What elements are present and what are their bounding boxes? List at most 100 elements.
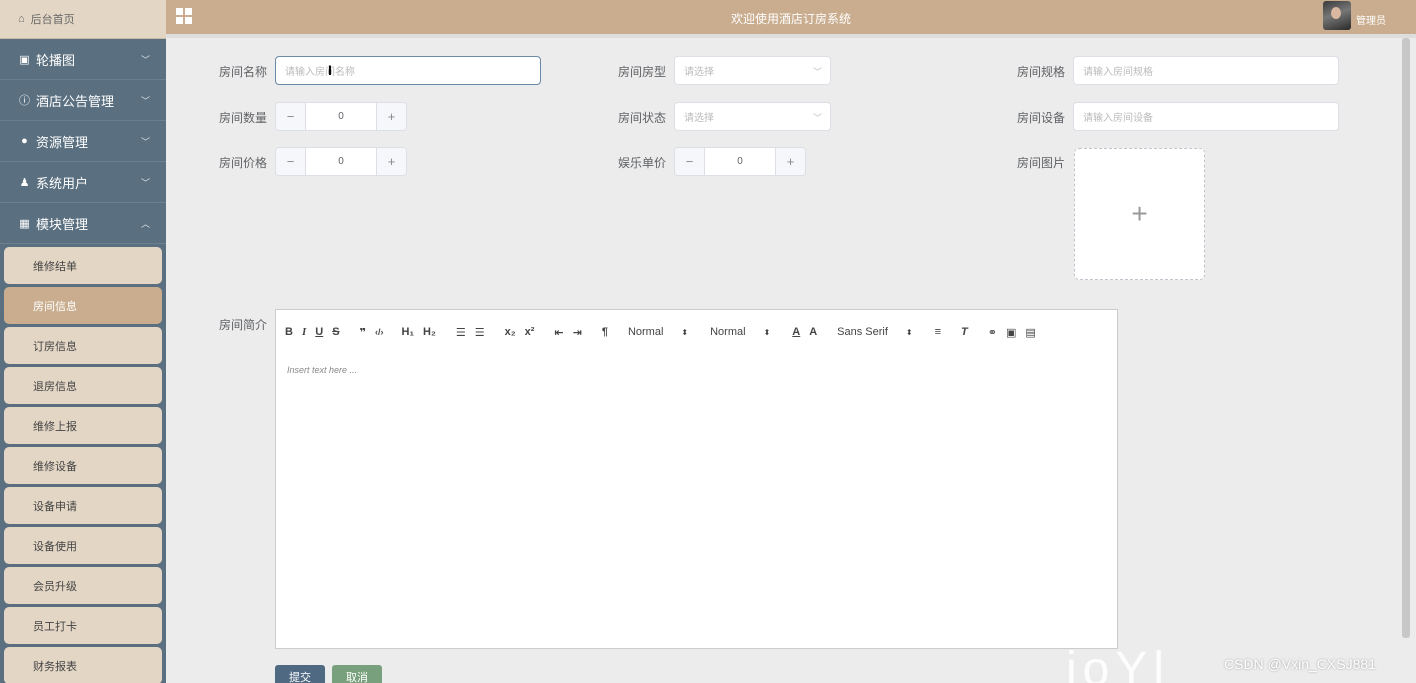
sidebar-menu-notice[interactable]: ⓘ 酒店公告管理 ﹀ <box>0 80 166 121</box>
bold-icon[interactable]: B <box>285 326 293 338</box>
sidebar: ⌂ 后台首页 ▣ 轮播图 ﹀ ⓘ 酒店公告管理 ﹀ ● 资源管理 ﹀ ♟ 系统用… <box>0 0 166 683</box>
sidebar-menu-label: 轮播图 <box>36 52 76 68</box>
room-price-label: 房间价格 <box>218 156 267 170</box>
room-count-stepper: − 0 + <box>275 102 407 131</box>
plus-icon: + <box>1131 198 1148 229</box>
blockquote-icon[interactable]: ❞ <box>360 326 366 339</box>
user-name[interactable]: 管理员 <box>1356 12 1386 27</box>
cancel-button[interactable]: 取消 <box>332 665 382 683</box>
updown-icon: ⬍ <box>905 327 913 337</box>
submenu-repair-report[interactable]: 维修上报 <box>4 407 162 444</box>
chevron-down-icon: ﹀ <box>140 178 150 188</box>
font-color-icon[interactable]: A <box>792 326 800 338</box>
outdent-icon[interactable]: ⇤ <box>554 326 563 339</box>
image-upload-box[interactable]: + <box>1074 148 1205 280</box>
clear-format-icon[interactable]: T <box>961 326 968 338</box>
indent-icon[interactable]: ⇥ <box>573 326 582 339</box>
text-direction-icon[interactable]: ¶ <box>602 326 608 338</box>
sidebar-menu-label: 酒店公告管理 <box>36 93 115 109</box>
ordered-list-icon[interactable]: ☰ <box>456 326 466 339</box>
submenu-repair-close[interactable]: 维修结单 <box>4 247 162 284</box>
size-select[interactable]: Normal ⬍ <box>710 326 770 338</box>
editor-toolbar: B I U S ❞ ‹/› H₁ H₂ ☰ ☰ x₂ x² ⇤ ⇥ ¶ Norm… <box>275 309 1118 355</box>
submenu-finance-report[interactable]: 财务报表 <box>4 647 162 683</box>
video-icon[interactable]: ▤ <box>1025 326 1035 339</box>
room-type-placeholder: 请选择 <box>684 67 714 78</box>
superscript-icon[interactable]: x² <box>525 326 535 338</box>
decrease-button[interactable]: − <box>276 103 305 130</box>
submenu-booking-info[interactable]: 订房信息 <box>4 327 162 364</box>
increase-button[interactable]: + <box>377 148 406 175</box>
room-count-label: 房间数量 <box>218 111 267 125</box>
chevron-down-icon: ﹀ <box>140 137 150 147</box>
updown-icon: ⬍ <box>681 327 689 337</box>
room-spec-input[interactable]: 请输入房间规格 <box>1073 56 1339 85</box>
sidebar-menu-label: 系统用户 <box>36 175 89 191</box>
sidebar-menu-modules[interactable]: ▦ 模块管理 ︿ <box>0 203 166 244</box>
submenu-staff-clockin[interactable]: 员工打卡 <box>4 607 162 644</box>
bullet-list-icon[interactable]: ☰ <box>475 326 485 339</box>
room-price-stepper: − 0 + <box>275 147 407 176</box>
user-icon: ♟ <box>19 176 30 189</box>
room-name-input[interactable]: 请输入房间名称 <box>275 56 541 85</box>
room-spec-label: 房间规格 <box>1016 65 1065 79</box>
room-equipment-input[interactable]: 请输入房间设备 <box>1073 102 1339 131</box>
image-insert-icon[interactable]: ▣ <box>1006 326 1016 339</box>
code-icon[interactable]: ‹/› <box>375 327 384 337</box>
submit-button[interactable]: 提交 <box>275 665 325 683</box>
italic-icon[interactable]: I <box>302 326 306 338</box>
align-icon[interactable]: ≡ <box>935 326 941 338</box>
room-intro-label: 房间简介 <box>218 318 267 332</box>
room-type-label: 房间房型 <box>617 65 666 79</box>
room-image-label: 房间图片 <box>1016 156 1065 170</box>
room-type-select[interactable]: 请选择 ﹀ <box>674 56 831 85</box>
heading1-icon[interactable]: H₁ <box>402 326 415 338</box>
header-title: 欢迎使用酒店订房系统 <box>730 12 851 26</box>
submenu-equipment-usage[interactable]: 设备使用 <box>4 527 162 564</box>
strikethrough-icon[interactable]: S <box>332 326 339 338</box>
avatar[interactable] <box>1323 1 1351 30</box>
font-select[interactable]: Sans Serif ⬍ <box>837 326 912 338</box>
font-select-value: Sans Serif <box>837 326 888 338</box>
room-count-value[interactable]: 0 <box>305 103 377 130</box>
sidebar-menu-label: 资源管理 <box>36 134 89 150</box>
header-divider <box>166 34 1416 38</box>
room-status-select[interactable]: 请选择 ﹀ <box>674 102 831 131</box>
sidebar-home[interactable]: ⌂ 后台首页 <box>0 0 166 39</box>
room-price-value[interactable]: 0 <box>305 148 377 175</box>
decrease-button[interactable]: − <box>675 148 704 175</box>
bulb-icon: ● <box>21 135 28 147</box>
room-equipment-label: 房间设备 <box>1016 111 1065 125</box>
underline-icon[interactable]: U <box>315 326 323 338</box>
editor-content[interactable]: Insert text here ... <box>275 354 1118 649</box>
submenu-repair-equipment[interactable]: 维修设备 <box>4 447 162 484</box>
chevron-down-icon: ﹀ <box>812 113 822 123</box>
background-color-icon[interactable]: A <box>809 326 817 338</box>
heading2-icon[interactable]: H₂ <box>423 326 436 338</box>
increase-button[interactable]: + <box>377 103 406 130</box>
increase-button[interactable]: + <box>776 148 805 175</box>
submenu-room-info[interactable]: 房间信息 <box>4 287 162 324</box>
submenu-checkout-info[interactable]: 退房信息 <box>4 367 162 404</box>
header-select[interactable]: Normal ⬍ <box>628 326 688 338</box>
scrollbar[interactable] <box>1402 38 1410 638</box>
sidebar-menu-users[interactable]: ♟ 系统用户 ﹀ <box>0 162 166 203</box>
chevron-down-icon: ﹀ <box>812 67 822 77</box>
chevron-up-icon: ︿ <box>140 219 150 229</box>
sidebar-menu-carousel[interactable]: ▣ 轮播图 ﹀ <box>0 39 166 80</box>
grid-icon: ▦ <box>19 217 30 230</box>
top-header: 欢迎使用酒店订房系统 管理员 <box>166 0 1416 34</box>
size-select-value: Normal <box>710 326 746 338</box>
submenu-equipment-request[interactable]: 设备申请 <box>4 487 162 524</box>
decrease-button[interactable]: − <box>276 148 305 175</box>
overlay-ghost-glyph: ioYl <box>1066 643 1171 683</box>
submenu-member-upgrade[interactable]: 会员升级 <box>4 567 162 604</box>
sidebar-menu-resources[interactable]: ● 资源管理 ﹀ <box>0 121 166 162</box>
room-name-label: 房间名称 <box>218 65 267 79</box>
entertainment-price-value[interactable]: 0 <box>704 148 776 175</box>
sidebar-menu-label: 模块管理 <box>36 216 89 232</box>
room-status-placeholder: 请选择 <box>684 113 714 124</box>
home-icon: ⌂ <box>18 13 25 25</box>
link-icon[interactable]: ⚭ <box>988 326 997 339</box>
subscript-icon[interactable]: x₂ <box>505 326 516 338</box>
